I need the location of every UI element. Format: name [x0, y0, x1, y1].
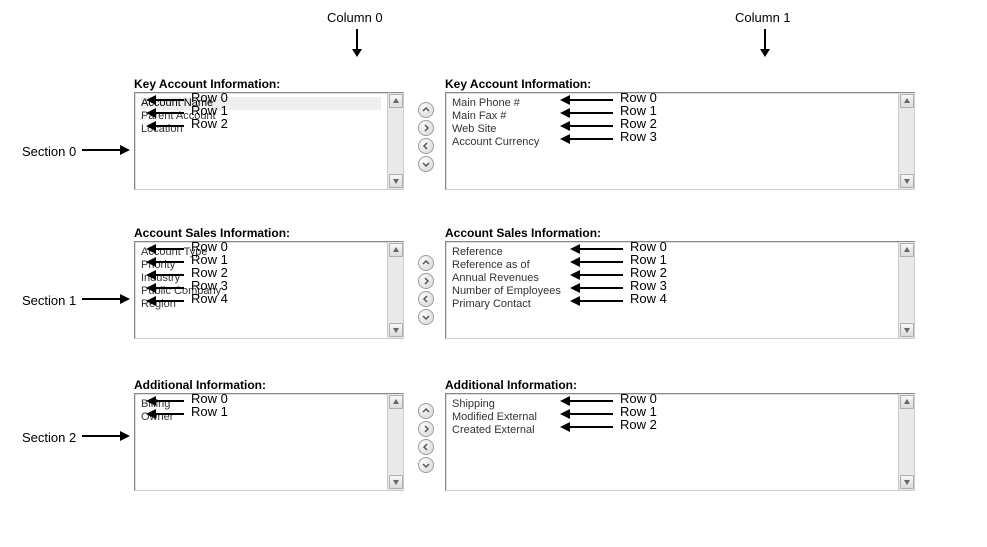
section-2-label: Section 2 [22, 430, 76, 445]
row-label: Row 2 [191, 116, 228, 131]
row-arrow [570, 282, 625, 294]
nav-button-column [418, 253, 436, 327]
row-arrow [560, 421, 615, 433]
column-0-arrow [349, 27, 365, 57]
row-arrow [570, 256, 625, 268]
scrollbar[interactable] [898, 242, 914, 338]
scroll-up-button[interactable] [389, 243, 403, 257]
list-inner: Reference Reference as of Annual Revenue… [448, 244, 896, 336]
column-0-label: Column 0 [327, 10, 383, 25]
move-down-button[interactable] [418, 457, 434, 473]
section-0-arrow [80, 144, 130, 156]
section-1-col1-panel[interactable]: Reference Reference as of Annual Revenue… [445, 241, 915, 339]
row-arrow [560, 94, 615, 106]
row-arrow [146, 94, 186, 106]
section-2-col0-title: Additional Information: [134, 378, 266, 392]
scroll-down-button[interactable] [900, 323, 914, 337]
row-arrow [146, 120, 186, 132]
row-label: Row 3 [620, 129, 657, 144]
column-1-arrow [757, 27, 773, 57]
list-item[interactable]: Annual Revenues [452, 272, 892, 285]
row-arrow [570, 243, 625, 255]
row-arrow [146, 408, 186, 420]
move-right-button[interactable] [418, 120, 434, 136]
move-down-button[interactable] [418, 156, 434, 172]
row-arrow [560, 133, 615, 145]
section-2-arrow [80, 430, 130, 442]
section-0-col1-panel[interactable]: Main Phone # Main Fax # Web Site Account… [445, 92, 915, 190]
scroll-down-button[interactable] [389, 323, 403, 337]
move-left-button[interactable] [418, 439, 434, 455]
list-inner: Main Phone # Main Fax # Web Site Account… [448, 95, 896, 187]
list-item[interactable]: Main Phone # [452, 97, 892, 110]
row-arrow [146, 295, 186, 307]
scroll-up-button[interactable] [900, 395, 914, 409]
nav-button-column [418, 401, 436, 475]
list-item[interactable]: Created External [452, 424, 892, 437]
move-up-button[interactable] [418, 255, 434, 271]
row-arrow [560, 107, 615, 119]
row-arrow [570, 269, 625, 281]
move-down-button[interactable] [418, 309, 434, 325]
scroll-down-button[interactable] [900, 174, 914, 188]
move-left-button[interactable] [418, 291, 434, 307]
row-arrow [560, 120, 615, 132]
move-left-button[interactable] [418, 138, 434, 154]
list-item[interactable]: Reference [452, 246, 892, 259]
section-0-label: Section 0 [22, 144, 76, 159]
row-arrow [146, 107, 186, 119]
list-item[interactable]: Reference as of [452, 259, 892, 272]
section-1-label: Section 1 [22, 293, 76, 308]
move-right-button[interactable] [418, 421, 434, 437]
section-1-col1-title: Account Sales Information: [445, 226, 601, 240]
list-item[interactable]: Primary Contact [452, 298, 892, 311]
scroll-up-button[interactable] [389, 395, 403, 409]
section-0-col0-title: Key Account Information: [134, 77, 280, 91]
section-0-col1-title: Key Account Information: [445, 77, 591, 91]
row-label: Row 4 [630, 291, 667, 306]
move-right-button[interactable] [418, 273, 434, 289]
list-item[interactable]: Account Currency [452, 136, 892, 149]
scroll-up-button[interactable] [900, 243, 914, 257]
list-item[interactable]: Modified External [452, 411, 892, 424]
row-label: Row 4 [191, 291, 228, 306]
scrollbar[interactable] [898, 394, 914, 490]
move-up-button[interactable] [418, 403, 434, 419]
column-1-label: Column 1 [735, 10, 791, 25]
scroll-down-button[interactable] [900, 475, 914, 489]
scroll-down-button[interactable] [389, 475, 403, 489]
row-arrow [560, 395, 615, 407]
section-2-col1-panel[interactable]: Shipping Modified External Created Exter… [445, 393, 915, 491]
scroll-up-button[interactable] [389, 94, 403, 108]
move-up-button[interactable] [418, 102, 434, 118]
row-label: Row 1 [191, 404, 228, 419]
list-item[interactable]: Main Fax # [452, 110, 892, 123]
section-1-col0-title: Account Sales Information: [134, 226, 290, 240]
section-1-arrow [80, 293, 130, 305]
diagram-root: Column 0 Column 1 Section 0 Key Account … [0, 0, 987, 547]
section-2-col1-title: Additional Information: [445, 378, 577, 392]
scroll-down-button[interactable] [389, 174, 403, 188]
row-arrow [560, 408, 615, 420]
list-item[interactable]: Web Site [452, 123, 892, 136]
row-arrow [570, 295, 625, 307]
row-arrow [146, 282, 186, 294]
scroll-up-button[interactable] [900, 94, 914, 108]
list-inner: Shipping Modified External Created Exter… [448, 396, 896, 488]
row-arrow [146, 269, 186, 281]
row-label: Row 2 [620, 417, 657, 432]
scrollbar[interactable] [387, 242, 403, 338]
list-item[interactable]: Number of Employees [452, 285, 892, 298]
nav-button-column [418, 100, 436, 174]
row-arrow [146, 395, 186, 407]
row-arrow [146, 256, 186, 268]
list-item[interactable]: Shipping [452, 398, 892, 411]
scrollbar[interactable] [387, 394, 403, 490]
scrollbar[interactable] [898, 93, 914, 189]
scrollbar[interactable] [387, 93, 403, 189]
row-arrow [146, 243, 186, 255]
